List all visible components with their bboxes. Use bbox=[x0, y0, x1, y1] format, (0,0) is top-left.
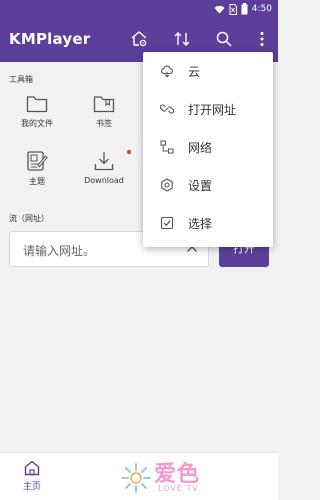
bookmark-folder-icon bbox=[93, 96, 115, 113]
wifi-icon bbox=[214, 5, 225, 13]
menu-item-select[interactable]: 选择 bbox=[143, 204, 273, 242]
menu-item-label: 打开网址 bbox=[188, 103, 237, 117]
no-sim-icon bbox=[229, 3, 237, 15]
watermark: 爱色 LOVE TV bbox=[118, 456, 218, 498]
overflow-menu: 云 打开网址 网络 设置 选择 bbox=[143, 52, 273, 247]
tool-bookmarks[interactable]: 书签 bbox=[76, 94, 132, 150]
link-icon bbox=[160, 104, 174, 114]
tool-label: Download bbox=[84, 176, 124, 185]
tool-label: 我的文件 bbox=[21, 119, 53, 128]
download-icon bbox=[94, 152, 114, 171]
url-input-placeholder: 请输入网址。 bbox=[23, 244, 96, 258]
tool-my-files[interactable]: 我的文件 bbox=[9, 94, 65, 150]
menu-item-label: 网络 bbox=[188, 141, 213, 155]
status-time: 4:50 bbox=[251, 4, 272, 14]
menu-item-label: 设置 bbox=[188, 179, 213, 193]
checkbox-icon bbox=[160, 216, 174, 230]
home-settings-icon[interactable] bbox=[129, 29, 149, 49]
menu-item-label: 选择 bbox=[188, 217, 213, 231]
tool-download[interactable]: Download bbox=[76, 150, 132, 206]
status-bar: 4:50 bbox=[0, 0, 278, 18]
toolbox-label: 工具箱 bbox=[9, 75, 33, 84]
nav-home-label: 主页 bbox=[22, 482, 41, 492]
theme-icon bbox=[27, 151, 48, 171]
stream-label: 流（网址） bbox=[9, 214, 49, 223]
menu-item-cloud[interactable]: 云 bbox=[143, 52, 273, 90]
tool-label: 主题 bbox=[29, 177, 45, 186]
status-icons: 4:50 bbox=[214, 2, 272, 16]
settings-icon bbox=[161, 178, 173, 192]
search-icon[interactable] bbox=[214, 29, 234, 49]
cloud-icon bbox=[161, 65, 173, 78]
tool-label: 书签 bbox=[96, 119, 112, 128]
menu-item-label: 云 bbox=[188, 65, 201, 79]
tool-theme[interactable]: 主题 bbox=[9, 150, 65, 206]
menu-item-open-url[interactable]: 打开网址 bbox=[143, 90, 273, 128]
watermark-sub: LOVE TV bbox=[158, 484, 199, 493]
sun-logo-icon bbox=[121, 463, 151, 493]
menu-item-settings[interactable]: 设置 bbox=[143, 166, 273, 204]
battery-icon bbox=[241, 3, 248, 15]
network-icon bbox=[160, 140, 174, 154]
menu-item-network[interactable]: 网络 bbox=[143, 128, 273, 166]
folder-icon bbox=[26, 96, 48, 113]
sort-icon[interactable] bbox=[172, 29, 192, 49]
nav-home[interactable]: 主页 bbox=[12, 459, 52, 497]
home-icon bbox=[24, 460, 40, 476]
new-badge-dot bbox=[127, 150, 131, 154]
more-vert-icon[interactable] bbox=[252, 29, 272, 49]
app-title: KMPlayer bbox=[9, 30, 91, 48]
